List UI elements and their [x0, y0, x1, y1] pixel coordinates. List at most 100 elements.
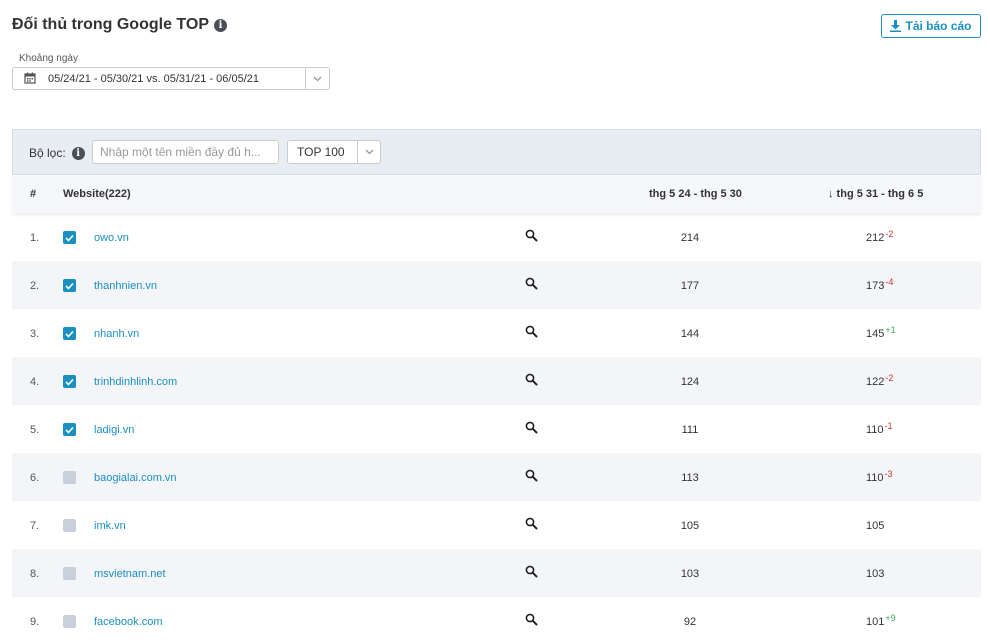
checkmark-icon: [65, 282, 74, 290]
curr-period-cell: 145+1: [866, 325, 896, 340]
website-link[interactable]: imk.vn: [94, 520, 126, 532]
row-checkbox[interactable]: [63, 519, 76, 532]
website-link[interactable]: baogialai.com.vn: [94, 472, 177, 484]
curr-period-cell: 103: [866, 568, 884, 580]
checkmark-icon: [65, 378, 74, 386]
search-icon[interactable]: [525, 325, 539, 339]
table-row: 3. nhanh.vn 144 145+1: [12, 309, 981, 357]
table-row: 1. owo.vn 214 212-2: [12, 213, 981, 261]
search-icon[interactable]: [525, 277, 539, 291]
row-checkbox[interactable]: [63, 615, 76, 628]
curr-period-cell: 122-2: [866, 373, 894, 388]
website-link[interactable]: msvietnam.net: [94, 568, 166, 580]
prev-period-value: 124: [680, 376, 700, 388]
curr-period-value: 103: [866, 568, 885, 580]
info-icon[interactable]: i: [71, 146, 85, 160]
row-index: 5.: [30, 424, 40, 436]
date-range-select[interactable]: 05/24/21 - 05/30/21 vs. 05/31/21 - 06/05…: [12, 67, 330, 90]
row-checkbox[interactable]: [63, 567, 76, 580]
row-checkbox[interactable]: [63, 327, 76, 340]
row-checkbox[interactable]: [63, 231, 76, 244]
position-change: +9: [885, 613, 896, 623]
domain-filter-input[interactable]: [92, 140, 279, 164]
page-title: Đối thủ trong Google TOP i: [12, 16, 228, 34]
row-checkbox[interactable]: [63, 279, 76, 292]
prev-period-value: 105: [680, 520, 700, 532]
row-index: 3.: [30, 328, 40, 340]
curr-period-value: 110: [866, 472, 884, 484]
table-row: 9. facebook.com 92 101+9: [12, 597, 981, 642]
curr-period-value: 122: [866, 376, 885, 388]
website-link[interactable]: ladigi.vn: [94, 424, 134, 436]
top-select[interactable]: TOP 100: [287, 140, 381, 164]
row-index: 9.: [30, 616, 40, 628]
curr-period-value: 145: [866, 328, 885, 340]
top-select-value: TOP 100: [297, 145, 345, 159]
chevron-down-icon[interactable]: [305, 68, 329, 89]
curr-period-value: 110: [866, 424, 884, 436]
position-change: +1: [885, 325, 896, 335]
table-row: 2. thanhnien.vn 177 173-4: [12, 261, 981, 309]
filter-bar: Bộ lọc: i TOP 100: [12, 129, 981, 175]
prev-period-value: 113: [681, 472, 699, 484]
table-header: # Website(222) thg 5 24 - thg 5 30 ↓ thg…: [12, 176, 981, 213]
position-change: -3: [884, 469, 893, 479]
search-icon[interactable]: [525, 373, 539, 387]
table-row: 6. baogialai.com.vn 113 110-3: [12, 453, 981, 501]
position-change: -2: [885, 229, 894, 239]
row-checkbox[interactable]: [63, 423, 76, 436]
row-checkbox[interactable]: [63, 375, 76, 388]
column-curr-period[interactable]: ↓ thg 5 31 - thg 6 5: [828, 188, 923, 200]
table-row: 8. msvietnam.net 103 103: [12, 549, 981, 597]
website-link[interactable]: owo.vn: [94, 232, 129, 244]
row-checkbox[interactable]: [63, 471, 76, 484]
search-icon[interactable]: [525, 613, 539, 627]
prev-period-value: 214: [680, 232, 700, 244]
table-row: 5. ladigi.vn 111 110-1: [12, 405, 981, 453]
curr-period-value: 105: [866, 520, 885, 532]
row-index: 8.: [30, 568, 40, 580]
filter-label-text: Bộ lọc:: [29, 146, 66, 160]
date-range-value: 05/24/21 - 05/30/21 vs. 05/31/21 - 06/05…: [48, 72, 259, 85]
position-change: -1: [884, 421, 893, 431]
search-icon[interactable]: [525, 565, 539, 579]
filter-label: Bộ lọc: i: [29, 146, 85, 160]
search-icon[interactable]: [525, 517, 539, 531]
row-index: 1.: [30, 232, 40, 244]
chevron-down-icon[interactable]: [357, 141, 380, 163]
column-index: #: [30, 188, 37, 200]
website-link[interactable]: thanhnien.vn: [94, 280, 157, 292]
prev-period-value: 177: [680, 280, 700, 292]
position-change: -2: [885, 373, 894, 383]
row-index: 4.: [30, 376, 40, 388]
website-link[interactable]: facebook.com: [94, 616, 162, 628]
prev-period-value: 92: [683, 616, 697, 628]
page-title-text: Đối thủ trong Google TOP: [12, 16, 210, 33]
download-report-label: Tải báo cáo: [905, 19, 972, 33]
prev-period-value: 111: [681, 424, 699, 436]
curr-period-cell: 212-2: [866, 229, 894, 244]
website-link[interactable]: trinhdinhlinh.com: [94, 376, 177, 388]
curr-period-value: 101: [866, 616, 885, 628]
curr-period-cell: 110-1: [866, 421, 893, 436]
row-index: 7.: [30, 520, 40, 532]
curr-period-cell: 101+9: [866, 613, 896, 628]
calendar-icon: [24, 72, 38, 86]
column-prev-period[interactable]: thg 5 24 - thg 5 30: [649, 188, 742, 200]
date-range-label: Khoảng ngày: [19, 53, 78, 64]
column-website[interactable]: Website(222): [63, 188, 131, 200]
search-icon[interactable]: [525, 469, 539, 483]
curr-period-cell: 173-4: [866, 277, 894, 292]
search-icon[interactable]: [525, 421, 539, 435]
table-row: 7. imk.vn 105 105: [12, 501, 981, 549]
search-icon[interactable]: [525, 229, 539, 243]
row-index: 2.: [30, 280, 40, 292]
curr-period-value: 173: [866, 280, 885, 292]
position-change: -4: [885, 277, 894, 287]
info-icon[interactable]: i: [214, 18, 228, 32]
checkmark-icon: [65, 234, 74, 242]
curr-period-value: 212: [866, 232, 885, 244]
website-link[interactable]: nhanh.vn: [94, 328, 139, 340]
download-report-button[interactable]: Tải báo cáo: [881, 14, 981, 38]
table-row: 4. trinhdinhlinh.com 124 122-2: [12, 357, 981, 405]
